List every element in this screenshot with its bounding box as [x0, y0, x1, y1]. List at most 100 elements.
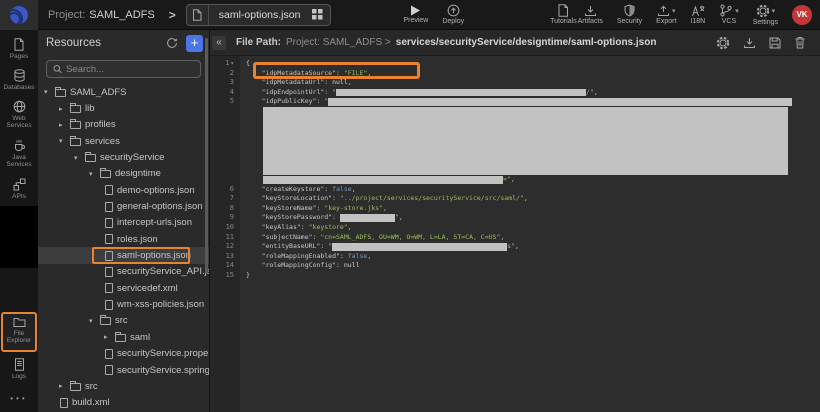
- branch-icon: [719, 4, 733, 17]
- tree-item-intercept-urls.json[interactable]: intercept-urls.json: [38, 215, 209, 231]
- open-file-tab[interactable]: saml-options.json: [186, 4, 332, 26]
- line-number: 11: [210, 233, 234, 243]
- tree-item-securityService_API.json[interactable]: securityService_API.json: [38, 264, 209, 280]
- delete-trash-icon[interactable]: [794, 36, 806, 49]
- rail-item-logs[interactable]: Logs: [1, 358, 37, 386]
- code-text: "keystore": [309, 223, 348, 233]
- code-text: }: [246, 271, 250, 281]
- deploy-button[interactable]: Deploy: [442, 0, 464, 30]
- folder-icon: [70, 105, 81, 113]
- code-text: null: [332, 78, 348, 88]
- tree-item-demo-options.json[interactable]: demo-options.json: [38, 182, 209, 198]
- redacted-block: [263, 107, 788, 175]
- code-text: :: [332, 213, 340, 223]
- tutorials-button[interactable]: Tutorials: [550, 0, 577, 30]
- tree-item-securityService[interactable]: ▾ securityService: [38, 149, 209, 165]
- tree-item-build.xml[interactable]: build.xml: [38, 395, 209, 411]
- chevron-down-icon[interactable]: ▾: [59, 137, 70, 145]
- tree-item-wm-xss-policies.json[interactable]: wm-xss-policies.json: [38, 296, 209, 312]
- tree-item-label: SAML_ADFS: [70, 87, 127, 98]
- refresh-icon[interactable]: [166, 37, 178, 49]
- tree-scrollbar[interactable]: [205, 38, 208, 273]
- database-icon: [13, 69, 26, 82]
- export-button[interactable]: ▾ Export: [656, 0, 676, 30]
- rail-item-pages[interactable]: Pages: [1, 38, 37, 64]
- chevron-right-icon[interactable]: ▸: [104, 333, 115, 341]
- rail-item-apis[interactable]: APIs: [1, 178, 37, 204]
- chevron-down-icon[interactable]: ▾: [89, 170, 100, 178]
- top-bar: Project: SAML_ADFS > saml-options.json P…: [0, 0, 820, 30]
- chevron-right-icon[interactable]: ▸: [59, 105, 70, 113]
- chevron-down-icon[interactable]: ▾: [89, 317, 100, 325]
- save-icon[interactable]: [769, 37, 781, 49]
- tree-item-general-options.json[interactable]: general-options.json: [38, 198, 209, 214]
- tree-item-securityService.properties[interactable]: securityService.properties: [38, 346, 209, 362]
- code-text: "createKeystore": [246, 185, 324, 195]
- breadcrumb-chevron-icon[interactable]: >: [169, 8, 176, 22]
- security-button[interactable]: Security: [617, 0, 642, 30]
- tree-item-src[interactable]: ▾src: [38, 313, 209, 329]
- tree-item-label: securityService: [100, 152, 164, 163]
- code-text: false: [348, 252, 368, 262]
- project-label: Project:: [48, 9, 85, 21]
- collapse-panel-icon[interactable]: «: [212, 36, 226, 50]
- code-editor[interactable]: 1▾{2 "idpMetadataSource": "FILE",3 "idpM…: [210, 56, 820, 412]
- file-icon: [187, 5, 209, 25]
- tree-item-saml-options.json[interactable]: saml-options.json: [38, 247, 209, 263]
- rail-overflow-dots[interactable]: •••: [10, 394, 27, 403]
- grid-icon[interactable]: [310, 9, 330, 20]
- settings-button[interactable]: ▾ Settings: [753, 0, 778, 30]
- rail-item-file-explorer[interactable]: File Explorer: [1, 312, 37, 352]
- download-tray-icon: [584, 5, 597, 17]
- code-text: ,: [515, 242, 519, 252]
- globe-icon: [13, 100, 26, 113]
- api-icon: [13, 178, 26, 191]
- app-logo-cell[interactable]: [0, 0, 38, 30]
- code-text: "idpEndpointUrl": [246, 88, 324, 98]
- vcs-button[interactable]: ▾ VCS: [719, 0, 739, 30]
- search-box[interactable]: [46, 60, 201, 78]
- code-text: ,: [348, 78, 352, 88]
- code-text: =": [503, 175, 511, 185]
- chevron-right-icon[interactable]: ▸: [59, 382, 70, 390]
- add-resource-button[interactable]: +: [186, 35, 203, 52]
- tree-item-profiles[interactable]: ▸profiles: [38, 117, 209, 133]
- code-text: :: [332, 194, 340, 204]
- user-avatar[interactable]: VK: [792, 5, 812, 25]
- rail-item-databases[interactable]: Databases: [1, 69, 37, 95]
- chevron-right-icon[interactable]: ▸: [59, 121, 70, 129]
- search-input[interactable]: [66, 64, 194, 75]
- tree-item-lib[interactable]: ▸lib: [38, 100, 209, 116]
- editor-settings-gear-icon[interactable]: [716, 36, 730, 50]
- rail-item-web-services[interactable]: Web Services: [1, 100, 37, 134]
- code-text: ,: [383, 204, 387, 214]
- redacted-text: [340, 214, 395, 222]
- tree-item-SAML_ADFS[interactable]: ▾ SAML_ADFS: [38, 84, 209, 100]
- pages-icon: [13, 38, 25, 51]
- rail-label: Java Services: [1, 154, 37, 168]
- rail-item-java-services[interactable]: Java Services: [1, 139, 37, 173]
- tree-item-saml[interactable]: ▸saml: [38, 329, 209, 345]
- code-line-content: "keyAlias": "keystore",: [234, 223, 820, 233]
- tree-item-securityService.spring.xml[interactable]: securityService.spring.xml: [38, 362, 209, 378]
- code-line: =",: [210, 175, 820, 185]
- editor-pane: « File Path: Project: SAML_ADFS > servic…: [210, 30, 820, 412]
- download-file-icon[interactable]: [743, 37, 756, 49]
- line-number: 2: [210, 69, 234, 79]
- preview-button[interactable]: Preview: [403, 0, 428, 30]
- code-text: "../project/services/securityService/src…: [340, 194, 524, 204]
- tree-item-designtime[interactable]: ▾designtime: [38, 166, 209, 182]
- chevron-down-icon[interactable]: ▾: [74, 154, 85, 162]
- artifacts-button[interactable]: Artifacts: [578, 0, 603, 30]
- deploy-icon: [447, 4, 460, 17]
- tree-item-roles.json[interactable]: roles.json: [38, 231, 209, 247]
- rail-label: Logs: [12, 373, 26, 380]
- code-text: ,: [399, 213, 403, 223]
- chevron-down-icon[interactable]: ▾: [44, 88, 55, 96]
- tree-item-servicedef.xml[interactable]: servicedef.xml: [38, 280, 209, 296]
- tree-item-services[interactable]: ▾services: [38, 133, 209, 149]
- i18n-button[interactable]: I18N: [690, 0, 705, 30]
- file-icon: [60, 398, 68, 408]
- tree-item-src[interactable]: ▸src: [38, 378, 209, 394]
- code-text: "idpMetadataUrl": [246, 78, 324, 88]
